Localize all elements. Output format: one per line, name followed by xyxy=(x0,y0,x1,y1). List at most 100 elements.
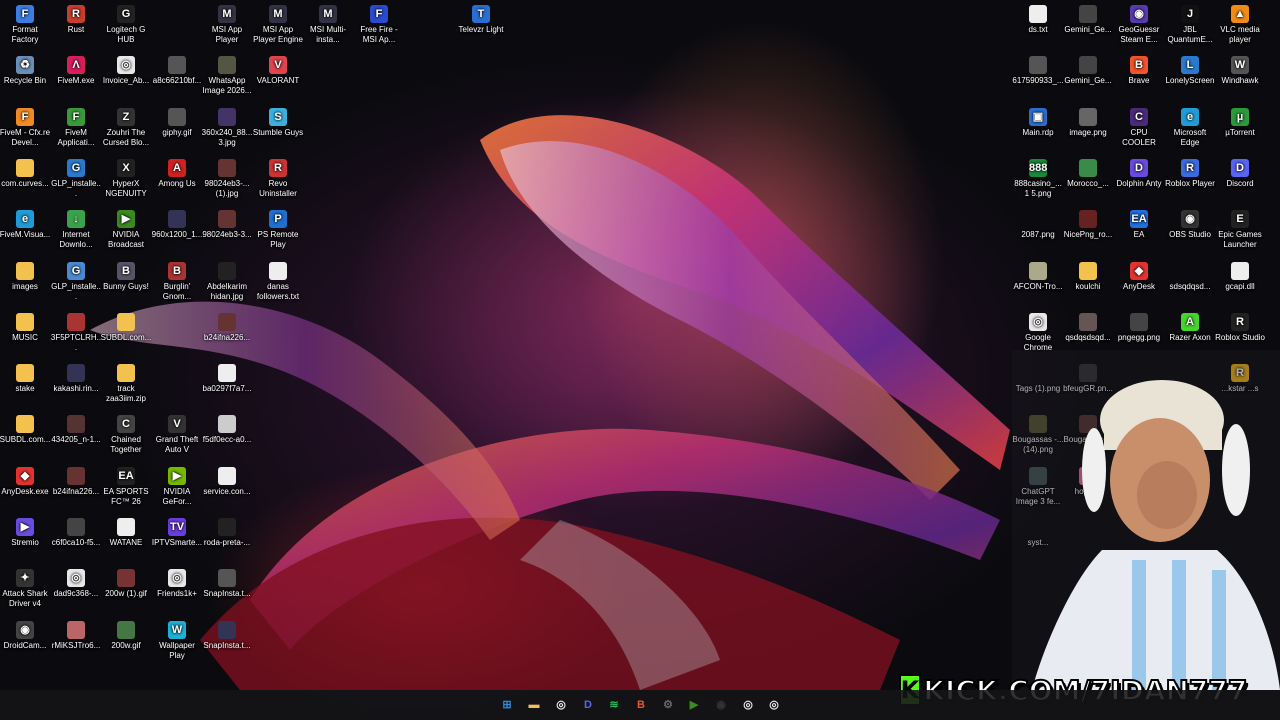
desktop-icon[interactable]: ▶ Stremio xyxy=(0,518,51,558)
settings-button[interactable]: ⚙ xyxy=(657,694,679,716)
desktop-icon[interactable]: µ µTorrent xyxy=(1214,107,1266,148)
discord-button[interactable]: D xyxy=(577,694,599,716)
desktop-icon[interactable]: ◆ AnyDesk.exe xyxy=(0,466,51,507)
desktop-icon[interactable]: 360x240_88... 3.jpg xyxy=(201,107,253,148)
desktop-icon[interactable]: D Dolphin Anty xyxy=(1113,158,1165,199)
desktop-icon[interactable]: ◎ Google Chrome xyxy=(1012,312,1064,353)
desktop-icon[interactable]: ✦ Attack Shark Driver v4 xyxy=(0,569,51,609)
desktop-icon[interactable] xyxy=(151,5,203,45)
desktop-icon[interactable]: A Razer Axon xyxy=(1164,312,1216,353)
desktop-icon[interactable]: V VALORANT xyxy=(252,56,304,96)
desktop-icon[interactable]: pngegg.png xyxy=(1113,312,1165,353)
nvidia-button[interactable]: ▶ xyxy=(683,694,705,716)
desktop-icon[interactable]: X HyperX NGENUITY xyxy=(100,158,152,199)
desktop-icon[interactable]: A Among Us xyxy=(151,158,203,199)
desktop-icon[interactable]: Λ FiveM.exe xyxy=(50,56,102,96)
desktop-icon[interactable]: TV IPTVSmarte... xyxy=(151,518,203,558)
desktop-icon[interactable]: 960x1200_1... xyxy=(151,210,203,250)
desktop-icon[interactable]: sdsqdqsd... xyxy=(1164,262,1216,302)
desktop-icon[interactable]: G GLP_installe... xyxy=(50,158,102,199)
desktop-icon[interactable]: E Epic Games Launcher xyxy=(1214,210,1266,250)
desktop-icon[interactable]: Gemini_Ge... xyxy=(1062,56,1114,96)
desktop-icon[interactable]: R Revo Uninstaller xyxy=(252,158,304,199)
desktop-icon[interactable]: SUBDL.com... xyxy=(100,312,152,353)
desktop-icon[interactable]: ◉ OBS Studio xyxy=(1164,210,1216,250)
desktop-icon[interactable]: ♻ Recycle Bin xyxy=(0,56,51,96)
desktop-icon[interactable]: gcapi.dll xyxy=(1214,261,1266,302)
desktop-icon[interactable]: WATANE xyxy=(100,518,152,558)
desktop-icon[interactable]: ba0297f7a7... xyxy=(201,364,253,404)
desktop-icon[interactable]: ▣ Main.rdp xyxy=(1012,107,1064,148)
desktop-icon[interactable]: NicePng_ro... xyxy=(1062,210,1114,250)
desktop-icon[interactable]: ◎ dad9c368-... xyxy=(50,569,102,609)
desktop-icon[interactable]: F FiveM - Cfx.re Devel... xyxy=(0,107,51,148)
desktop-icon[interactable]: F Free Fire - MSI Ap... xyxy=(353,5,405,45)
desktop-icon[interactable]: M MSI App Player xyxy=(201,5,253,45)
desktop-icon[interactable]: com.curves... xyxy=(0,158,51,199)
desktop-icon[interactable]: M MSI Multi-insta... xyxy=(302,5,354,45)
desktop-icon[interactable]: b24ifna226... xyxy=(50,466,102,507)
desktop-icon[interactable]: 888 888casino_... 1 5.png xyxy=(1012,158,1064,199)
desktop-icon[interactable]: T Televzr Light xyxy=(455,5,507,45)
desktop-icon[interactable]: 98024eb3-3... xyxy=(201,210,253,250)
desktop-icon[interactable]: G Logitech G HUB xyxy=(100,5,152,45)
desktop-icon[interactable]: ◉ GeoGuessr Steam E... xyxy=(1113,5,1165,45)
desktop-icon[interactable]: B Bunny Guys! xyxy=(100,261,152,302)
desktop-icon[interactable]: track zaa3iim.zip xyxy=(100,364,152,404)
desktop-icon[interactable]: F FiveM Applicati... xyxy=(50,107,102,148)
desktop-icon[interactable]: qsdqsdsqd... xyxy=(1062,312,1114,353)
spotify-button[interactable]: ≋ xyxy=(603,694,625,716)
desktop-icon[interactable]: R Rust xyxy=(50,5,102,45)
desktop-icon[interactable]: ▲ VLC media player xyxy=(1214,5,1266,45)
desktop-icon[interactable]: images xyxy=(0,261,51,302)
desktop-icon[interactable]: f5df0ecc-a0... xyxy=(201,415,253,455)
desktop-icon[interactable]: C Chained Together xyxy=(100,415,152,455)
desktop-icon[interactable]: M MSI App Player Engine xyxy=(252,5,304,45)
desktop-icon[interactable]: ◆ AnyDesk xyxy=(1113,261,1165,302)
desktop-icon[interactable]: 3F5PTCLRH... xyxy=(50,312,102,353)
desktop-icon[interactable]: SnapInsta.t... xyxy=(201,620,253,661)
desktop-icon[interactable]: ▶ NVIDIA Broadcast xyxy=(100,210,152,250)
desktop-icon[interactable]: Gemini_Ge... xyxy=(1062,5,1114,45)
desktop-icon[interactable]: W Wallpaper Play xyxy=(151,620,203,661)
desktop-icon[interactable]: e Microsoft Edge xyxy=(1164,107,1216,148)
desktop-icon[interactable]: P PS Remote Play xyxy=(252,210,304,250)
brave-button[interactable]: B xyxy=(630,694,652,716)
desktop-icon[interactable] xyxy=(151,364,203,404)
desktop-icon[interactable]: L LonelyScreen xyxy=(1164,56,1216,96)
desktop-icon[interactable] xyxy=(151,313,203,353)
desktop-icon[interactable]: 200w (1).gif xyxy=(100,569,152,609)
desktop-icon[interactable]: 98024eb3-... (1).jpg xyxy=(201,158,253,199)
desktop-icon[interactable]: 617590933_... xyxy=(1012,56,1064,96)
desktop-icon[interactable]: CCPU COOLER V4.0 xyxy=(1113,107,1165,148)
desktop-icon[interactable]: giphy.gif xyxy=(151,107,203,148)
desktop-icon[interactable]: roda-preta-... xyxy=(201,518,253,558)
desktop-icon[interactable]: e FiveM.Visua... xyxy=(0,210,51,250)
chrome-profile-button[interactable]: ◎ xyxy=(737,694,759,716)
start-button[interactable]: ⊞ xyxy=(496,694,518,716)
desktop-icon[interactable]: S Stumble Guys xyxy=(252,107,304,148)
desktop-icon[interactable]: WhatsApp Image 2026... xyxy=(201,56,253,96)
desktop-icon[interactable]: W Windhawk xyxy=(1214,56,1266,96)
desktop-icon[interactable]: G GLP_installe... xyxy=(50,261,102,302)
desktop-icon[interactable]: Abdelkarim hidan.jpg xyxy=(201,261,253,302)
desktop-icon[interactable]: c6f0ca10-f5... xyxy=(50,518,102,558)
desktop-icon[interactable]: SnapInsta.t... xyxy=(201,569,253,609)
desktop-icon[interactable]: ▶ NVIDIA GeFor... xyxy=(151,466,203,507)
desktop-icon[interactable]: a8c66210bf... xyxy=(151,56,203,96)
desktop-icon[interactable]: 434205_n-1... xyxy=(50,415,102,455)
desktop-icon[interactable]: image.png xyxy=(1062,107,1114,148)
desktop-icon[interactable]: ds.txt xyxy=(1012,5,1064,45)
desktop-icon[interactable]: F Format Factory xyxy=(0,5,51,45)
desktop-icon[interactable]: B Burglin' Gnom... xyxy=(151,261,203,302)
chrome-profile-2-button[interactable]: ◎ xyxy=(763,694,785,716)
desktop-icon[interactable]: ◎ Invoice_Ab... xyxy=(100,56,152,96)
desktop-icon[interactable]: B Brave xyxy=(1113,56,1165,96)
obs-button[interactable]: ◉ xyxy=(710,694,732,716)
desktop-icon[interactable]: SUBDL.com... xyxy=(0,415,51,455)
desktop-icon[interactable]: service.con... xyxy=(201,466,253,507)
desktop-icon[interactable]: danas followers.txt xyxy=(252,261,304,302)
desktop-icon[interactable]: J JBL QuantumE... xyxy=(1164,5,1216,45)
desktop-icon[interactable]: rMiKSJTro6... xyxy=(50,620,102,661)
desktop-icon[interactable]: stake xyxy=(0,364,51,404)
